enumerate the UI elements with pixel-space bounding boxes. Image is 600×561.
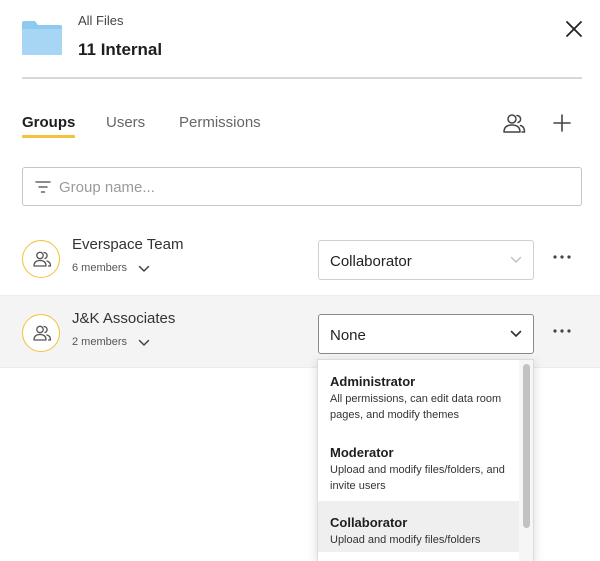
tab-groups-label: Groups <box>22 114 76 131</box>
group-search <box>22 167 582 206</box>
members-count: 6 members <box>72 262 128 274</box>
header-divider <box>22 77 582 79</box>
dropdown-scrollbar-thumb[interactable] <box>523 364 530 528</box>
group-icon <box>33 251 52 267</box>
group-icon <box>33 325 52 341</box>
tab-permissions[interactable]: Permissions <box>179 114 261 131</box>
close-icon[interactable] <box>562 17 586 41</box>
group-row: J&K Associates 2 members None <box>0 295 600 368</box>
role-option-title: Administrator <box>330 374 416 389</box>
role-select[interactable]: Collaborator <box>318 240 534 280</box>
members-count: 2 members <box>72 336 128 348</box>
group-name: Everspace Team <box>72 236 184 253</box>
group-avatar <box>22 240 60 278</box>
filter-icon <box>35 181 51 193</box>
folder-icon <box>22 21 62 55</box>
group-row: Everspace Team 6 members Collaborator <box>0 222 600 295</box>
chevron-down-icon <box>510 330 522 337</box>
more-horizontal-icon[interactable] <box>552 325 572 337</box>
role-option-description: Upload and modify files/folders, and inv… <box>330 464 505 492</box>
role-option-title: Moderator <box>330 445 394 460</box>
role-option-title: Collaborator <box>330 515 408 530</box>
role-option-moderator[interactable]: Moderator Upload and modify files/folder… <box>318 431 519 501</box>
role-option-administrator[interactable]: Administrator All permissions, can edit … <box>318 360 519 431</box>
active-tab-indicator <box>22 135 76 138</box>
group-name: J&K Associates <box>72 310 176 327</box>
tab-users[interactable]: Users <box>106 114 145 131</box>
tab-permissions-label: Permissions <box>179 114 261 131</box>
role-option-collaborator[interactable]: Collaborator Upload and modify files/fol… <box>318 501 519 552</box>
role-select-value: None <box>330 327 366 344</box>
plus-icon[interactable] <box>551 112 573 134</box>
tab-users-label: Users <box>106 114 146 131</box>
page-title: 11 Internal <box>78 40 163 59</box>
members-toggle[interactable]: 2 members <box>72 336 150 348</box>
chevron-down-icon <box>510 256 522 263</box>
role-option-description: Upload and modify files/folders <box>330 534 481 546</box>
more-horizontal-icon[interactable] <box>552 251 572 263</box>
breadcrumb[interactable]: All Files <box>78 13 124 28</box>
header: All Files 11 Internal <box>0 0 600 79</box>
chevron-down-icon <box>138 265 150 272</box>
users-icon[interactable] <box>502 112 526 134</box>
chevron-down-icon <box>138 339 150 346</box>
role-select[interactable]: None <box>318 314 534 354</box>
search-input[interactable] <box>59 176 559 198</box>
members-toggle[interactable]: 6 members <box>72 262 150 274</box>
group-avatar <box>22 314 60 352</box>
role-dropdown-menu: Administrator All permissions, can edit … <box>317 359 534 561</box>
role-select-value: Collaborator <box>330 253 412 270</box>
role-option-description: All permissions, can edit data room page… <box>330 393 502 421</box>
tab-groups[interactable]: Groups <box>22 114 76 138</box>
